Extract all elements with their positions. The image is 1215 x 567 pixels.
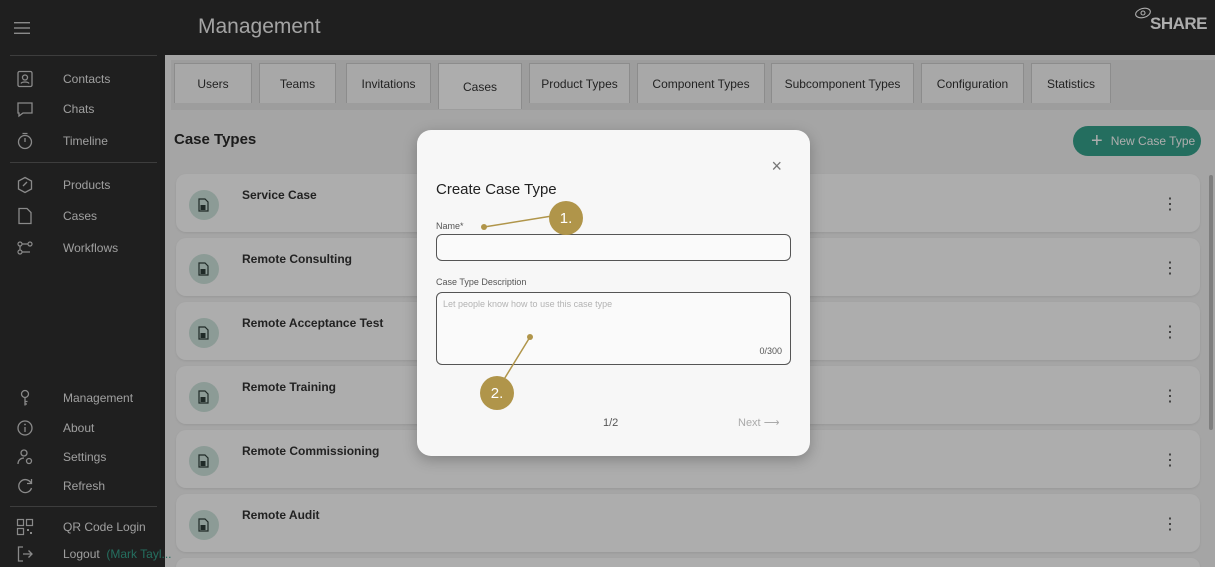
annotation-line-2 bbox=[502, 336, 531, 382]
annotation-marker-2: 2. bbox=[480, 376, 514, 410]
annotation-line-1 bbox=[483, 215, 553, 228]
annotation-marker-1: 1. bbox=[549, 201, 583, 235]
annotation-dot-2 bbox=[527, 334, 533, 340]
annotation-dot-1 bbox=[481, 224, 487, 230]
annotation-lines bbox=[481, 215, 553, 382]
